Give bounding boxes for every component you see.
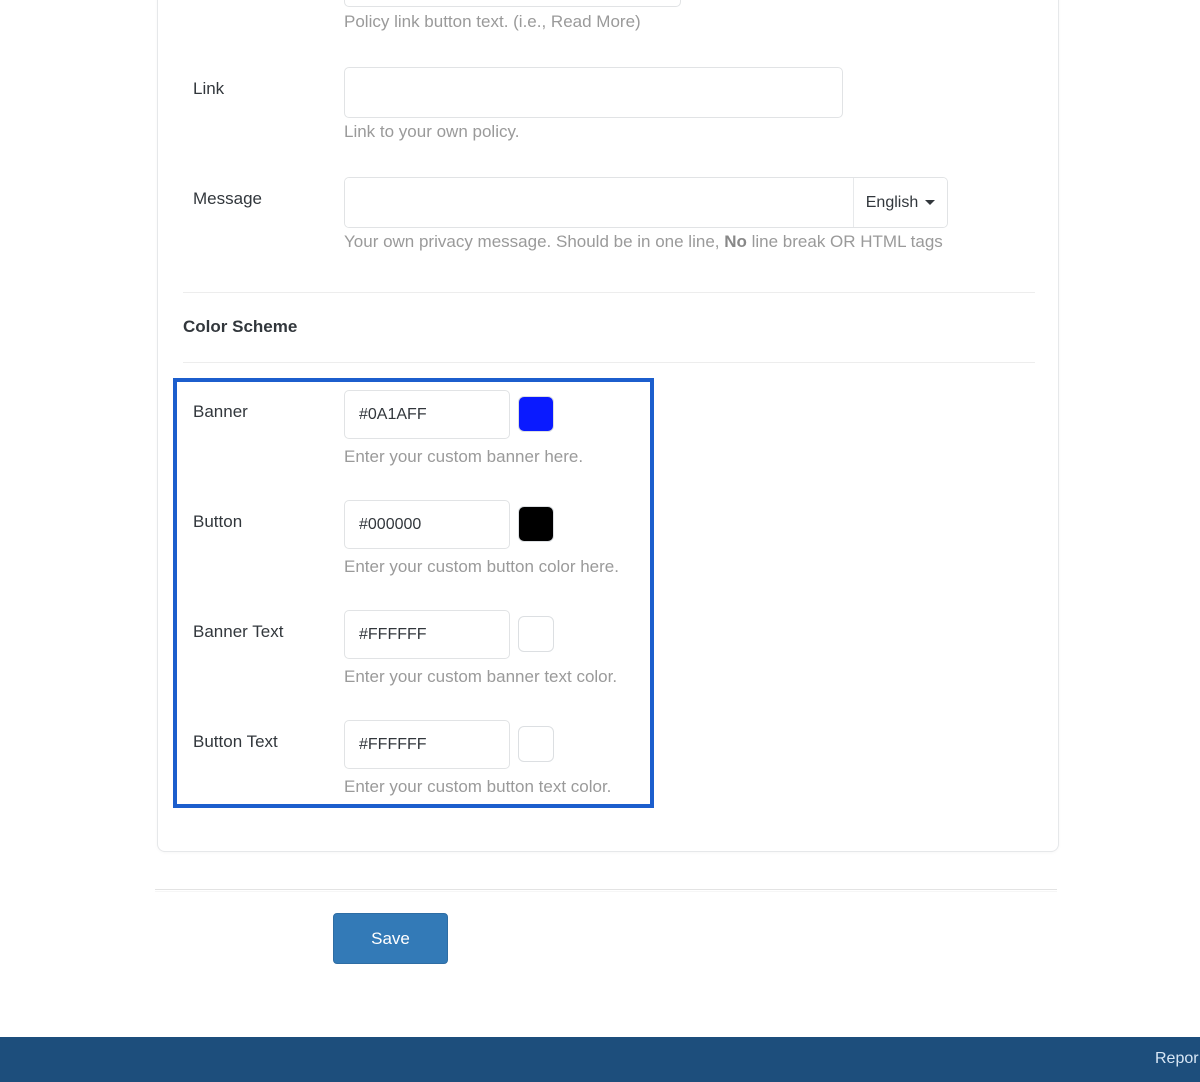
banner-text-color-input[interactable] <box>344 610 510 659</box>
button-color-label: Button <box>193 511 242 533</box>
button-color-help: Enter your custom button color here. <box>344 556 619 578</box>
button-color-input[interactable] <box>344 500 510 549</box>
language-dropdown-label: English <box>866 194 918 212</box>
banner-color-input[interactable] <box>344 390 510 439</box>
policy-button-text-help: Policy link button text. (i.e., Read Mor… <box>344 11 641 33</box>
caret-down-icon <box>925 200 935 205</box>
banner-color-label: Banner <box>193 401 248 423</box>
message-field-label: Message <box>193 188 262 210</box>
policy-button-text-input[interactable] <box>344 0 681 7</box>
button-text-color-swatch[interactable] <box>518 726 554 762</box>
message-input-group: English <box>344 177 948 228</box>
banner-color-swatch[interactable] <box>518 396 554 432</box>
language-dropdown-button[interactable]: English <box>853 178 947 227</box>
message-field-help: Your own privacy message. Should be in o… <box>344 231 943 253</box>
message-help-prefix: Your own privacy message. Should be in o… <box>344 232 724 251</box>
save-button[interactable]: Save <box>333 913 448 964</box>
link-field-label: Link <box>193 78 224 100</box>
button-text-color-input[interactable] <box>344 720 510 769</box>
settings-page: Policy link button text. (i.e., Read Mor… <box>0 0 1200 1082</box>
message-help-bold: No <box>724 232 747 251</box>
page-divider <box>155 889 1057 892</box>
settings-card: Policy link button text. (i.e., Read Mor… <box>157 0 1059 852</box>
button-text-color-help: Enter your custom button text color. <box>344 776 611 798</box>
banner-text-color-help: Enter your custom banner text color. <box>344 666 617 688</box>
footer-bar: Repor <box>0 1037 1200 1082</box>
message-help-suffix: line break OR HTML tags <box>747 232 943 251</box>
color-scheme-heading: Color Scheme <box>183 317 297 337</box>
section-divider-top <box>183 292 1035 293</box>
link-field-help: Link to your own policy. <box>344 121 519 143</box>
button-text-color-label: Button Text <box>193 731 278 753</box>
banner-text-color-label: Banner Text <box>193 621 283 643</box>
button-color-swatch[interactable] <box>518 506 554 542</box>
message-input[interactable] <box>345 178 853 227</box>
banner-text-color-swatch[interactable] <box>518 616 554 652</box>
banner-color-help: Enter your custom banner here. <box>344 446 583 468</box>
footer-report-link[interactable]: Repor <box>1155 1050 1199 1068</box>
link-input[interactable] <box>344 67 843 118</box>
section-divider-bottom <box>183 362 1035 363</box>
